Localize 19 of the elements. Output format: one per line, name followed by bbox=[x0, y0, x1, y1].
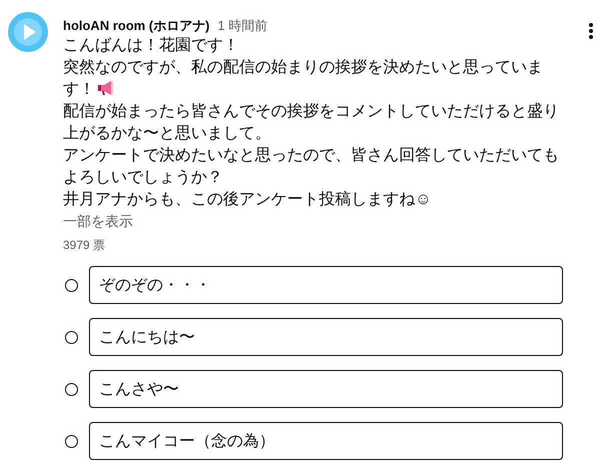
poll-option[interactable]: こんマイコー（念の為） bbox=[89, 422, 563, 460]
author-name[interactable]: holoAN room (ホロアナ) bbox=[63, 17, 210, 35]
post-text: 突然なのですが、私の配信の始まりの挨拶を決めたいと思っています！ bbox=[63, 58, 544, 100]
poll-option[interactable]: こんにちは〜 bbox=[89, 318, 563, 356]
post-text: こんばんは！花園です！ bbox=[63, 36, 240, 56]
post-text: アンケートで決めたいなと思ったので、皆さん回答していただいてもよろしいでしょうか？ bbox=[63, 146, 560, 188]
radio-button[interactable] bbox=[65, 330, 78, 344]
post-time[interactable]: 1 時間前 bbox=[218, 17, 268, 35]
vote-count: 3979 票 bbox=[63, 237, 106, 254]
megaphone-icon bbox=[97, 80, 115, 96]
poll-option[interactable]: こんさや〜 bbox=[89, 370, 563, 408]
radio-button[interactable] bbox=[65, 278, 78, 292]
show-more-link[interactable]: 一部を表示 bbox=[63, 213, 133, 231]
radio-button[interactable] bbox=[65, 382, 78, 396]
radio-button[interactable] bbox=[65, 434, 78, 448]
poll-option[interactable]: ぞのぞの・・・ bbox=[89, 266, 563, 304]
post-text: 井月アナからも、この後アンケート投稿しますね☺ bbox=[63, 190, 432, 210]
more-icon[interactable] bbox=[588, 22, 594, 40]
post-text: 配信が始まったら皆さんでその挨拶をコメントしていただけると盛り上がるかな〜と思いまして。 bbox=[63, 102, 560, 144]
